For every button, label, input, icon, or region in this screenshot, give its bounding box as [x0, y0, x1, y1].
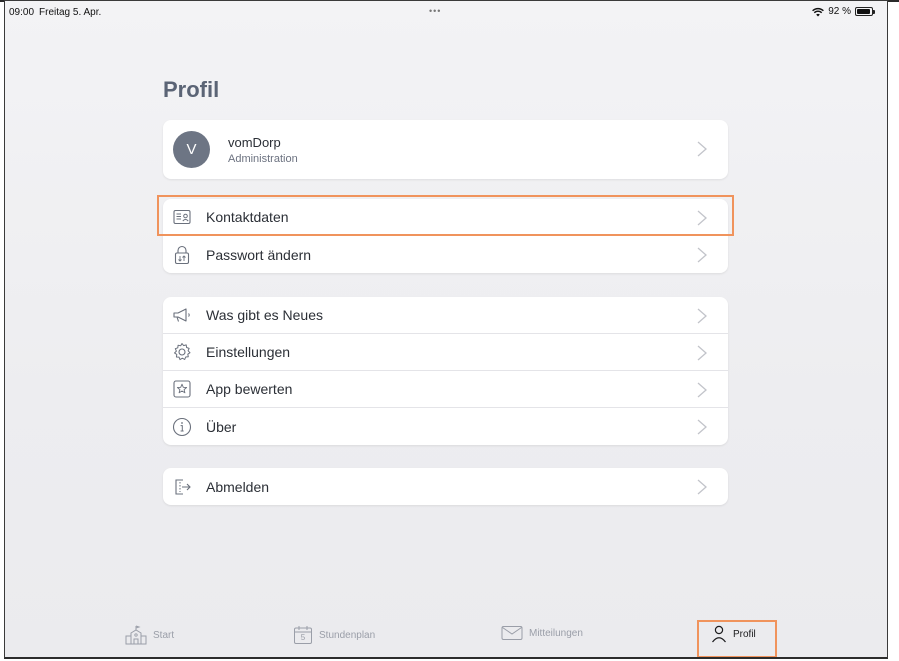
row-label: Passwort ändern — [206, 246, 312, 263]
gear-icon — [172, 342, 192, 362]
profile-card[interactable]: V vomDorp Administration — [163, 120, 728, 179]
chevron-right-icon — [697, 419, 707, 435]
profil-tab-highlight — [697, 620, 777, 657]
school-icon — [125, 625, 147, 645]
multitasking-dots[interactable]: ••• — [429, 6, 441, 16]
wifi-icon — [812, 7, 825, 16]
tab-label: Start — [153, 629, 175, 641]
row-einstellungen[interactable]: Einstellungen — [163, 334, 728, 371]
avatar: V — [173, 131, 210, 168]
page-title: Profil — [163, 77, 220, 102]
kontaktdaten-highlight — [157, 195, 734, 236]
status-time: 09:00 — [9, 7, 35, 18]
status-date: Freitag 5. Apr. — [39, 7, 102, 18]
profile-row[interactable]: V vomDorp Administration — [163, 120, 728, 179]
chevron-right-icon — [697, 308, 707, 324]
lock-icon — [172, 245, 192, 265]
row-label: Einstellungen — [206, 344, 291, 360]
row-label: Abmelden — [206, 478, 270, 495]
row-was-gibt-es-neues[interactable]: Was gibt es Neues — [163, 297, 728, 334]
logout-section: Abmelden — [163, 468, 728, 505]
tab-mitteilungen[interactable]: Mitteilungen — [501, 625, 583, 641]
row-label: Was gibt es Neues — [206, 307, 323, 323]
chevron-right-icon — [697, 382, 707, 398]
status-bar: 09:00 Freitag 5. Apr. ••• 92 % — [5, 1, 887, 21]
status-indicators: 92 % — [812, 6, 875, 17]
tab-label: Stundenplan — [319, 629, 376, 641]
profile-role: Administration — [228, 152, 298, 165]
row-label: Über — [206, 418, 237, 435]
row-passwort-aendern[interactable]: Passwort ändern — [163, 236, 728, 273]
star-icon — [172, 379, 192, 399]
row-abmelden[interactable]: Abmelden — [163, 468, 728, 505]
row-label: App bewerten — [206, 381, 293, 397]
chevron-right-icon — [697, 479, 707, 495]
tab-start[interactable]: Start — [125, 625, 174, 645]
battery-percentage: 92 % — [828, 6, 851, 17]
tab-stundenplan[interactable]: 5 Stundenplan — [293, 625, 375, 645]
row-app-bewerten[interactable]: App bewerten — [163, 371, 728, 408]
mail-icon — [501, 626, 523, 640]
app-window: 09:00 Freitag 5. Apr. ••• 92 % Profil V … — [4, 0, 888, 659]
info-section: Was gibt es Neues Einstellungen App bewe… — [163, 297, 728, 445]
row-ueber[interactable]: Über — [163, 408, 728, 445]
megaphone-icon — [172, 305, 192, 325]
battery-icon — [855, 7, 875, 16]
chevron-right-icon — [697, 141, 707, 157]
chevron-right-icon — [697, 247, 707, 263]
calendar-icon: 5 — [293, 625, 313, 645]
logout-icon — [172, 477, 192, 497]
tab-label: Mitteilungen — [529, 627, 583, 639]
profile-name: vomDorp — [228, 134, 281, 150]
calendar-day: 5 — [300, 633, 306, 642]
chevron-right-icon — [697, 345, 707, 361]
info-icon — [172, 417, 192, 437]
